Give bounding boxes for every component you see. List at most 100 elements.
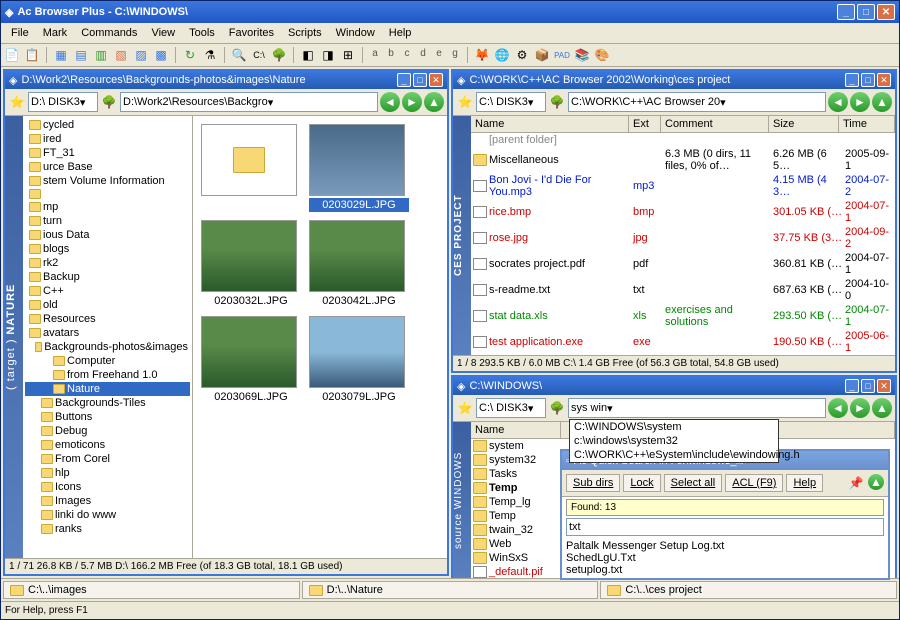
tree-item[interactable]: Resources [25, 312, 190, 326]
file-list-rt[interactable]: [parent folder]Miscellaneous6.3 MB (0 di… [471, 133, 895, 355]
panel-min[interactable]: _ [397, 73, 411, 87]
tree-item[interactable]: cycled [25, 118, 190, 132]
tree-item[interactable]: ious Data [25, 228, 190, 242]
tool-view4[interactable]: ▧ [112, 46, 130, 64]
tool-refresh[interactable]: ↻ [181, 46, 199, 64]
file-row[interactable]: stat data.xlsxlsexercises and solutions2… [471, 303, 895, 329]
tree-item[interactable]: Debug [25, 424, 190, 438]
panel-close[interactable]: ✕ [877, 379, 891, 393]
panel-max[interactable]: □ [861, 379, 875, 393]
thumbnail[interactable]: 0203032L.JPG [201, 220, 301, 308]
letter-d[interactable]: d [416, 48, 430, 62]
panel-close[interactable]: ✕ [877, 73, 891, 87]
tool-view6[interactable]: ▩ [152, 46, 170, 64]
col-size[interactable]: Size [769, 116, 839, 132]
nav-forward[interactable]: ► [402, 92, 422, 112]
fav-icon[interactable]: ⭐ [456, 399, 474, 417]
tree-item[interactable]: rk2 [25, 256, 190, 270]
fav-icon[interactable]: ⭐ [456, 93, 474, 111]
dropdown-item[interactable]: c:\windows\system32 [570, 434, 778, 448]
thumbnail[interactable]: 0203042L.JPG [309, 220, 409, 308]
btab-3[interactable]: C:\..\ces project [600, 581, 897, 599]
letter-a[interactable]: a [368, 48, 382, 62]
col-time[interactable]: Time [839, 116, 895, 132]
tree-item[interactable]: FT_31 [25, 146, 190, 160]
minimize-button[interactable]: _ [837, 4, 855, 20]
tree-item[interactable]: Buttons [25, 410, 190, 424]
nav-forward[interactable]: ► [850, 92, 870, 112]
col-ext[interactable]: Ext [629, 116, 661, 132]
menu-help[interactable]: Help [383, 25, 418, 41]
menu-commands[interactable]: Commands [75, 25, 143, 41]
tree-item[interactable]: mp [25, 200, 190, 214]
letter-b[interactable]: b [384, 48, 398, 62]
col-name[interactable]: Name [471, 116, 629, 132]
dropdown-item[interactable]: C:\WINDOWS\system [570, 420, 778, 434]
tree-item[interactable]: Images [25, 494, 190, 508]
qs-subdirs[interactable]: Sub dirs [566, 474, 620, 492]
tree-item[interactable]: stem Volume Information [25, 174, 190, 188]
panel-min[interactable]: _ [845, 379, 859, 393]
file-row[interactable]: Miscellaneous6.3 MB (0 dirs, 11 files, 0… [471, 147, 895, 173]
menu-tools[interactable]: Tools [183, 25, 221, 41]
col-comment[interactable]: Comment [661, 116, 769, 132]
tool-view1[interactable]: ▦ [52, 46, 70, 64]
tool-ext7[interactable]: 🎨 [593, 46, 611, 64]
file-row[interactable]: s-readme.txttxt687.63 KB (…2004-10-0 [471, 277, 895, 303]
tool-ext3[interactable]: ⚙ [513, 46, 531, 64]
tool-drive[interactable]: C:\ [250, 46, 268, 64]
qs-pin-icon[interactable]: 📌 [847, 474, 865, 492]
tree-toggle[interactable]: 🌳 [548, 399, 566, 417]
qs-search-input[interactable]: txt [566, 518, 884, 536]
drive-combo[interactable]: C:\ DISK3▾ [476, 398, 546, 418]
qs-up[interactable]: ▲ [868, 474, 884, 490]
rt-side-tab[interactable]: CES PROJECT [453, 116, 471, 355]
nav-up[interactable]: ▲ [424, 92, 444, 112]
menu-scripts[interactable]: Scripts [282, 25, 328, 41]
tool-view3[interactable]: ▥ [92, 46, 110, 64]
maximize-button[interactable]: □ [857, 4, 875, 20]
tool-split3[interactable]: ⊞ [339, 46, 357, 64]
tree-item[interactable]: hlp [25, 466, 190, 480]
qs-acl[interactable]: ACL (F9) [725, 474, 783, 492]
thumbnail[interactable]: 0203029L.JPG [309, 124, 409, 212]
nav-forward[interactable]: ► [850, 398, 870, 418]
tool-split2[interactable]: ◨ [319, 46, 337, 64]
drive-combo[interactable]: C:\ DISK3▾ [476, 92, 546, 112]
fav-icon[interactable]: ⭐ [8, 93, 26, 111]
tree-item[interactable]: Computer [25, 354, 190, 368]
tree-item[interactable]: From Corel [25, 452, 190, 466]
quick-search-window[interactable]: ▫ Ac Quick Search in : c:\windows _ □ ✕ … [560, 449, 890, 580]
menu-window[interactable]: Window [330, 25, 381, 41]
tree-item[interactable]: Backgrounds-photos&images [25, 340, 190, 354]
file-row[interactable]: rice.bmpbmp301.05 KB (…2004-07-1 [471, 199, 895, 225]
tree-item[interactable]: C++ [25, 284, 190, 298]
rb-side-tab[interactable]: source WINDOWS [453, 422, 471, 578]
tree-item[interactable]: Nature [25, 382, 190, 396]
path-combo[interactable]: sys win▾ [568, 398, 826, 418]
nav-back[interactable]: ◄ [828, 92, 848, 112]
tree-item[interactable]: ranks [25, 522, 190, 536]
qs-lock[interactable]: Lock [623, 474, 660, 492]
path-combo[interactable]: D:\Work2\Resources\Backgro▾ [120, 92, 378, 112]
tool-ext5[interactable]: PAD [553, 46, 571, 64]
left-side-tab[interactable]: ( target ) NATURE [5, 116, 23, 558]
panel-max[interactable]: □ [861, 73, 875, 87]
menu-view[interactable]: View [145, 25, 181, 41]
col-name[interactable]: Name [471, 422, 561, 438]
file-row[interactable]: [parent folder] [471, 133, 895, 147]
letter-g[interactable]: g [448, 48, 462, 62]
tree-item[interactable]: Icons [25, 480, 190, 494]
tool-view5[interactable]: ▨ [132, 46, 150, 64]
tool-ext4[interactable]: 📦 [533, 46, 551, 64]
thumbnail[interactable]: 0203079L.JPG [309, 316, 409, 404]
search-result[interactable]: SchedLgU.Txt [566, 552, 884, 564]
tree-item[interactable]: avatars [25, 326, 190, 340]
tree-item[interactable]: from Freehand 1.0 [25, 368, 190, 382]
qs-results[interactable]: Paltalk Messenger Setup Log.txtSchedLgU.… [562, 538, 888, 578]
file-row[interactable]: socrates project.pdfpdf360.81 KB (…2004-… [471, 251, 895, 277]
file-header[interactable]: Name Ext Comment Size Time [471, 116, 895, 133]
nav-up[interactable]: ▲ [872, 398, 892, 418]
file-row[interactable]: rose.jpgjpg37.75 KB (3…2004-09-2 [471, 225, 895, 251]
search-result[interactable]: setuplog.txt [566, 564, 884, 576]
